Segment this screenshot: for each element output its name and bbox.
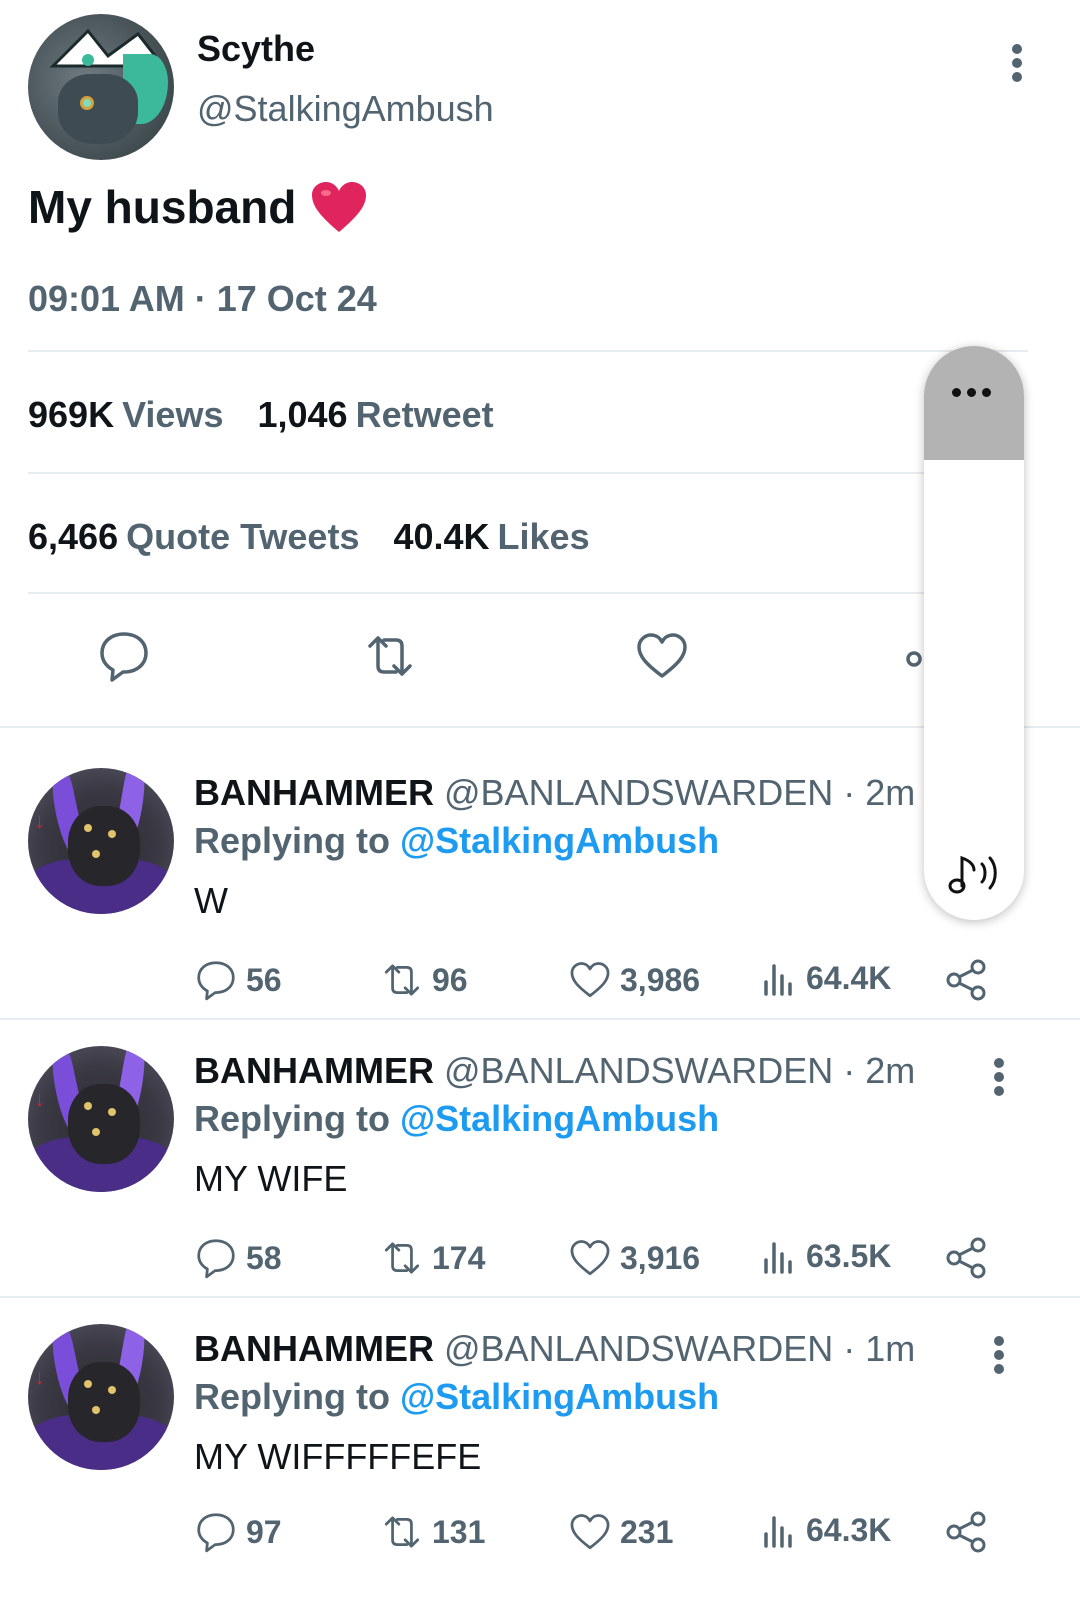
music-sound-icon[interactable] [942,846,1006,900]
retweet-stat[interactable]: 1,046 Retweet [257,394,493,436]
replying-to-link[interactable]: @StalkingAmbush [400,820,719,861]
reply-avatar[interactable]: ↓ [28,1324,174,1470]
retweet-icon [384,964,420,996]
reply-actions: 56 96 3,986 64.4K [0,958,1080,1002]
reply-like-button[interactable]: 231 [568,1510,673,1554]
views-chart-icon [764,1516,792,1548]
reply-author-name[interactable]: BANHAMMER [194,1328,434,1369]
author-name[interactable]: Scythe [197,28,315,70]
reply-views-button[interactable]: 64.4K [758,958,891,998]
reply-comment-button[interactable]: 97 [194,1510,282,1554]
reply-like-button[interactable]: 3,986 [568,958,700,1002]
share-nodes-icon [946,1237,986,1279]
share-nodes-icon [946,959,986,1001]
reply-tweet[interactable]: ↓ BANHAMMER @BANLANDSWARDEN · 2m Replyin… [0,1006,1080,1284]
reply-author-handle[interactable]: @BANLANDSWARDEN · 1m [444,1328,915,1369]
tweet-timestamp: 09:01 AM · 17 Oct 24 [28,278,377,319]
reply-author-name[interactable]: BANHAMMER [194,772,434,813]
replying-to-link[interactable]: @StalkingAmbush [400,1376,719,1417]
down-arrow-icon: ↓ [34,1364,45,1389]
replying-to: Replying to @StalkingAmbush [194,1098,720,1139]
reply-author-handle[interactable]: @BANLANDSWARDEN · 2m [444,1050,915,1091]
reply-avatar[interactable]: ↓ [28,1046,174,1192]
retweet-icon [384,1242,420,1274]
reply-icon [197,961,235,1001]
more-options-icon[interactable] [992,1336,1006,1376]
views-chart-icon [764,1242,792,1274]
reply-tweet[interactable]: ↓ BANHAMMER @BANLANDSWARDEN · 2m Replyin… [0,728,1080,1006]
quote-tweets-stat[interactable]: 6,466 Quote Tweets [28,516,359,558]
divider [28,592,928,594]
reply-icon [197,1513,235,1553]
replying-to: Replying to @StalkingAmbush [194,820,720,861]
tweet-text: My husband [28,181,297,233]
views-chart-icon [764,964,792,996]
more-options-icon[interactable] [1010,44,1024,84]
more-options-icon[interactable] [992,1058,1006,1098]
reply-views-button[interactable]: 64.3K [758,1510,891,1550]
stats-row-2: 6,466 Quote Tweets 40.4K Likes [28,516,590,558]
reply-author-name[interactable]: BANHAMMER [194,1050,434,1091]
reply-header: BANHAMMER @BANLANDSWARDEN · 1m [194,1328,915,1370]
like-icon [570,962,610,998]
reply-icon[interactable] [96,628,152,684]
tweet-body: My husband [28,180,368,234]
divider [28,472,928,474]
down-arrow-icon: ↓ [34,808,45,833]
reply-text: W [194,880,228,921]
reply-share-button[interactable] [944,958,996,1002]
reply-retweet-button[interactable]: 96 [380,958,468,1002]
reply-share-button[interactable] [944,1510,996,1554]
like-icon[interactable] [634,628,690,684]
views-stat[interactable]: 969K Views [28,394,223,436]
reply-avatar[interactable]: ↓ [28,768,174,914]
widget-menu-button[interactable] [924,346,1024,460]
share-nodes-icon [946,1511,986,1553]
red-heart-emoji-icon [312,182,367,232]
reply-retweet-button[interactable]: 174 [380,1236,485,1280]
replying-to-link[interactable]: @StalkingAmbush [400,1098,719,1139]
reply-author-handle[interactable]: @BANLANDSWARDEN · 2m [444,772,915,813]
like-icon [570,1514,610,1550]
reply-like-button[interactable]: 3,916 [568,1236,700,1280]
reply-header: BANHAMMER @BANLANDSWARDEN · 2m [194,772,915,814]
reply-comment-button[interactable]: 58 [194,1236,282,1280]
reply-share-button[interactable] [944,1236,996,1280]
reply-text: MY WIFE [194,1158,348,1199]
floating-audio-widget[interactable] [924,346,1024,920]
like-icon [570,1240,610,1276]
reply-actions: 97 131 231 64.3K [0,1510,1080,1554]
stats-row-1: 969K Views 1,046 Retweet [28,394,494,436]
reply-comment-button[interactable]: 56 [194,958,282,1002]
reply-text: MY WIFFFFFEFE [194,1436,482,1477]
replying-to: Replying to @StalkingAmbush [194,1376,720,1417]
more-horizontal-icon [952,388,991,397]
likes-stat[interactable]: 40.4K Likes [393,516,589,558]
retweet-icon [384,1516,420,1548]
divider [28,350,1028,352]
reply-tweet[interactable]: ↓ BANHAMMER @BANLANDSWARDEN · 1m Replyin… [0,1284,1080,1562]
down-arrow-icon: ↓ [34,1086,45,1111]
reply-views-button[interactable]: 63.5K [758,1236,891,1276]
tweet-actions [0,628,1080,688]
reply-icon [197,1239,235,1279]
reply-header: BANHAMMER @BANLANDSWARDEN · 2m [194,1050,915,1092]
reply-retweet-button[interactable]: 131 [380,1510,485,1554]
author-avatar[interactable] [28,14,174,160]
reply-actions: 58 174 3,916 63.5K [0,1236,1080,1280]
author-handle[interactable]: @StalkingAmbush [197,88,494,130]
retweet-icon[interactable] [362,628,418,684]
